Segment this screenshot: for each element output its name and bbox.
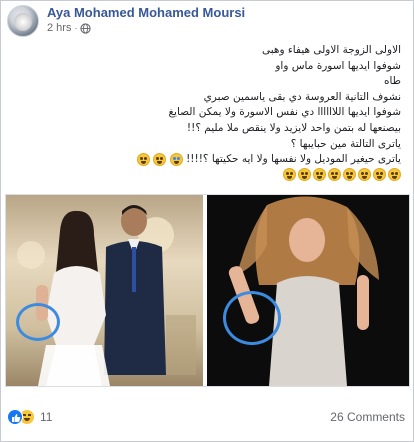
globe-icon: [80, 22, 92, 34]
laughing-emoji-icon: [358, 167, 371, 181]
like-icon: [7, 409, 23, 425]
post-line: نشوف التانية العروسة دي بقى ياسمين صبري: [203, 90, 401, 103]
post-text: الاولى الزوجة الاولى هيفاء وهبى شوفوا اي…: [11, 43, 401, 183]
laughing-emoji-icon: [313, 167, 326, 181]
emoji-row: [11, 167, 401, 183]
laughing-emoji-icon: [298, 167, 311, 181]
photo-right[interactable]: [207, 195, 409, 386]
laughing-emoji-icon: [328, 167, 341, 181]
reaction-count[interactable]: 11: [40, 410, 52, 424]
author-name[interactable]: Aya Mohamed Mohamed Moursi: [47, 5, 245, 20]
laughing-emoji-icon: [373, 167, 386, 181]
post-line: الاولى الزوجة الاولى هيفاء وهبى: [262, 44, 401, 56]
meta-separator: ·: [74, 23, 78, 33]
laughing-emoji-icon: [283, 167, 296, 181]
post-line: بيصنعها له بتمن واحد لايزيد ولا ينقص ملا…: [186, 121, 401, 134]
annotation-circle: [16, 303, 60, 341]
post-footer: 11 26 Comments: [7, 407, 409, 427]
post-line: ياترى التالتة مين حبايبها ؟: [290, 137, 401, 150]
laughing-tear-emoji-icon: [169, 152, 183, 166]
annotation-circle: [223, 291, 281, 345]
photo-left[interactable]: [6, 195, 203, 386]
photo-grid: [5, 194, 410, 387]
laughing-emoji-icon: [153, 152, 167, 166]
post-time[interactable]: 2 hrs: [47, 22, 71, 34]
post-header: Aya Mohamed Mohamed Moursi 2 hrs ·: [7, 5, 407, 37]
avatar[interactable]: [7, 5, 39, 37]
post-line: شوفوا ايديها اسورة ماس واو: [275, 59, 401, 72]
post-card: Aya Mohamed Mohamed Moursi 2 hrs · الاول…: [0, 0, 414, 442]
couple-photo-illustration: [6, 195, 203, 386]
post-line: طاه: [383, 75, 401, 88]
comments-count[interactable]: 26 Comments: [330, 410, 405, 424]
post-line-with-emojis: ياترى حيغير الموديل ولا نفسها ولا ايه حك…: [11, 152, 401, 168]
post-line-text: ياترى حيغير الموديل ولا نفسها ولا ايه حك…: [186, 153, 401, 166]
laughing-emoji-icon: [388, 167, 401, 181]
woman-photo-illustration: [207, 195, 409, 386]
reaction-summary[interactable]: 11: [7, 409, 52, 425]
laughing-emoji-icon: [343, 167, 356, 181]
post-meta: 2 hrs ·: [47, 22, 92, 34]
laughing-emoji-icon: [137, 152, 151, 166]
post-line: شوفوا ايديها اللاااااا دي نفس الاسورة ول…: [168, 106, 401, 119]
